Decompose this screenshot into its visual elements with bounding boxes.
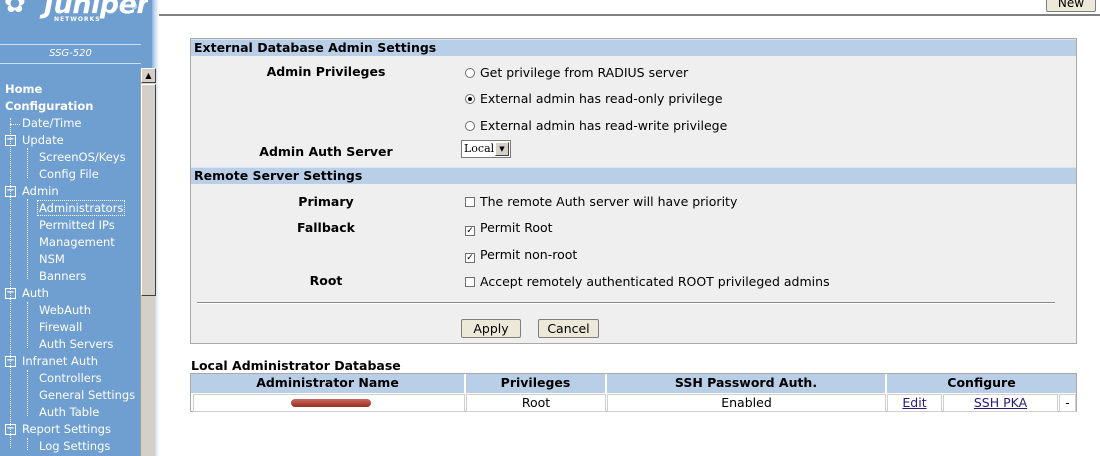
tree-line (27, 438, 28, 450)
juniper-logo-icon: ✿ (4, 0, 26, 19)
table-cell-privileges: Root (466, 394, 606, 412)
logo-subtext: NETWORKS (54, 16, 101, 23)
local-admin-table: Administrator Name Privileges SSH Passwo… (190, 373, 1077, 412)
nav-administrators[interactable]: Administrators (37, 200, 126, 217)
column-header: SSH Password Auth. (607, 374, 886, 393)
table-cell-ssh-pka: SSH PKA (943, 394, 1058, 412)
admin-privileges-label: Admin Privileges (266, 64, 386, 79)
sidebar: ✿ Juniper ® NETWORKS SSG-520 ▲ Home Conf… (0, 0, 159, 456)
juniper-logo: ✿ Juniper ® NETWORKS (0, 0, 148, 40)
external-db-settings-panel: External Database Admin Settings Admin P… (190, 38, 1077, 344)
fallback-label: Fallback (297, 220, 355, 235)
radio-button-selected[interactable] (465, 94, 475, 104)
nav-nsm[interactable]: NSM (39, 252, 65, 268)
edit-link[interactable]: Edit (902, 395, 926, 410)
column-header: Configure (887, 374, 1076, 393)
nav-auth-table[interactable]: Auth Table (39, 405, 99, 421)
radio-button[interactable] (465, 121, 475, 131)
nav-firewall[interactable]: Firewall (39, 320, 82, 336)
radio-read-write-privilege[interactable]: External admin has read-write privilege (465, 118, 727, 133)
divider (197, 302, 1055, 304)
tree-line (27, 302, 28, 348)
cancel-button[interactable]: Cancel (538, 319, 599, 338)
nav-permitted-ips[interactable]: Permitted IPs (39, 218, 115, 234)
checkbox-permit-non-root[interactable]: ✓ Permit non-root (465, 247, 577, 263)
table-cell-ssh-auth: Enabled (607, 394, 886, 412)
ssh-pka-link[interactable]: SSH PKA (974, 395, 1027, 410)
table-cell-edit: Edit (887, 394, 942, 412)
primary-label: Primary (298, 194, 354, 209)
logo-registered: ® (130, 2, 138, 11)
checkbox-checked[interactable]: ✓ (465, 253, 475, 263)
checkbox-accept-root-admins[interactable]: Accept remotely authenticated ROOT privi… (465, 274, 830, 289)
nav-admin[interactable]: Admin (22, 184, 59, 200)
nav-webauth[interactable]: WebAuth (39, 303, 91, 319)
tree-line (10, 118, 11, 448)
nav-auth[interactable]: Auth (22, 286, 49, 302)
nav-home[interactable]: Home (5, 82, 42, 98)
admin-auth-server-select[interactable]: Local ▼ (461, 140, 511, 158)
tree-line (27, 199, 28, 279)
remote-server-header: Remote Server Settings (191, 167, 1076, 184)
collapse-infranet-auth-icon[interactable]: − (5, 356, 16, 367)
top-divider (159, 14, 1100, 16)
checkbox-permit-root[interactable]: ✓ Permit Root (465, 220, 553, 236)
tree-line (27, 148, 28, 178)
nav-scrollbar[interactable]: ▲ (140, 68, 156, 456)
scrollbar-thumb[interactable] (141, 84, 156, 296)
nav-management[interactable]: Management (39, 235, 115, 251)
radio-read-only-privilege[interactable]: External admin has read-only privilege (465, 91, 723, 106)
column-header: Administrator Name (191, 374, 465, 393)
chevron-down-icon[interactable]: ▼ (495, 142, 509, 156)
device-model: SSG-520 (0, 44, 141, 64)
collapse-admin-icon[interactable]: − (5, 186, 16, 197)
checkbox[interactable] (465, 277, 475, 287)
nav-config-file[interactable]: Config File (39, 167, 99, 183)
table-cell-admin-name (193, 394, 465, 412)
collapse-update-icon[interactable]: − (5, 135, 16, 146)
nav-screenos-keys[interactable]: ScreenOS/Keys (39, 150, 126, 166)
checkbox-remote-priority[interactable]: The remote Auth server will have priorit… (465, 194, 737, 209)
checkbox[interactable] (465, 197, 475, 207)
tree-line (10, 124, 20, 125)
root-label: Root (309, 273, 343, 288)
admin-auth-server-label: Admin Auth Server (259, 144, 393, 159)
nav-log-settings[interactable]: Log Settings (39, 439, 110, 455)
nav-auth-servers[interactable]: Auth Servers (39, 337, 113, 353)
apply-button[interactable]: Apply (461, 319, 521, 338)
nav-infranet-auth[interactable]: Infranet Auth (22, 354, 98, 370)
redacted-name (291, 399, 371, 407)
local-admin-db-title: Local Administrator Database (191, 358, 401, 373)
nav-banners[interactable]: Banners (39, 269, 86, 285)
scroll-up-arrow-icon[interactable]: ▲ (141, 68, 156, 83)
nav-general-settings[interactable]: General Settings (39, 388, 135, 404)
nav-date-time[interactable]: Date/Time (22, 116, 82, 132)
nav-report-settings[interactable]: Report Settings (22, 422, 111, 438)
collapse-auth-icon[interactable]: − (5, 288, 16, 299)
collapse-report-settings-icon[interactable]: − (5, 424, 16, 435)
radio-radius-privilege[interactable]: Get privilege from RADIUS server (465, 65, 688, 80)
nav-update[interactable]: Update (22, 133, 64, 149)
tree-line (27, 370, 28, 416)
column-header: Privileges (466, 374, 606, 393)
nav-controllers[interactable]: Controllers (39, 371, 102, 387)
table-cell-extra: - (1059, 394, 1076, 412)
external-db-header: External Database Admin Settings (191, 39, 1076, 56)
nav-configuration[interactable]: Configuration (5, 99, 93, 115)
new-button[interactable]: New (1046, 0, 1096, 12)
checkbox-checked[interactable]: ✓ (465, 226, 475, 236)
select-value: Local (464, 142, 495, 155)
radio-button[interactable] (465, 68, 475, 78)
